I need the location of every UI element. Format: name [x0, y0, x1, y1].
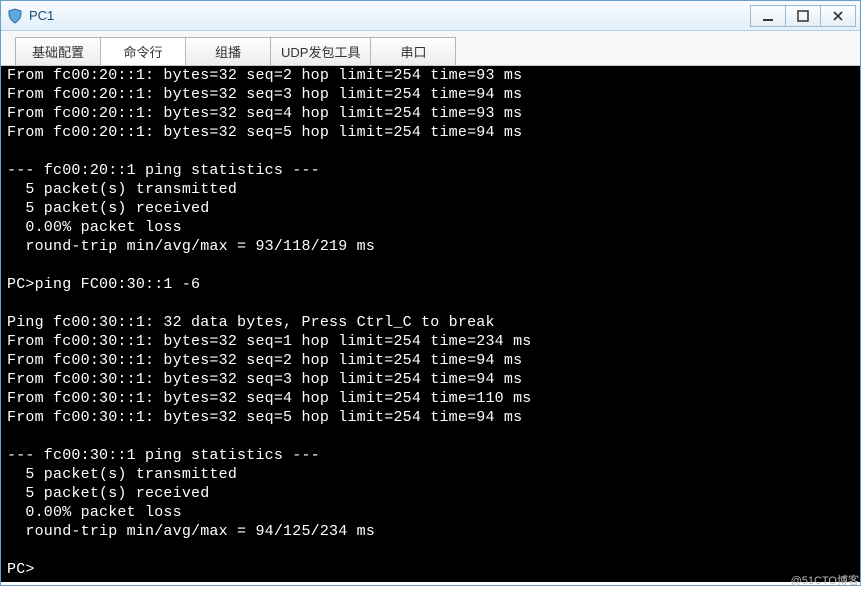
app-window: PC1 基础配置 命令行 组播 UDP发包工具 串口 From fc00:20:…: [0, 0, 861, 586]
minimize-button[interactable]: [750, 5, 786, 27]
watermark: @51CTO博客: [791, 572, 859, 588]
tab-label: UDP发包工具: [281, 42, 360, 61]
terminal-container: From fc00:20::1: bytes=32 seq=2 hop limi…: [1, 66, 860, 582]
window-controls: [751, 5, 856, 27]
tab-label: 组播: [215, 42, 241, 61]
tab-command-line[interactable]: 命令行: [100, 37, 186, 65]
tab-label: 基础配置: [32, 42, 84, 61]
titlebar: PC1: [1, 1, 860, 31]
tab-serial[interactable]: 串口: [370, 37, 456, 65]
maximize-button[interactable]: [785, 5, 821, 27]
tab-multicast[interactable]: 组播: [185, 37, 271, 65]
tab-label: 串口: [400, 42, 426, 61]
window-title: PC1: [29, 8, 745, 23]
tab-bar: 基础配置 命令行 组播 UDP发包工具 串口: [1, 31, 860, 66]
tab-basic-config[interactable]: 基础配置: [15, 37, 101, 65]
tab-udp-tool[interactable]: UDP发包工具: [270, 37, 371, 65]
terminal[interactable]: From fc00:20::1: bytes=32 seq=2 hop limi…: [1, 66, 860, 582]
tab-label: 命令行: [123, 42, 162, 61]
close-button[interactable]: [820, 5, 856, 27]
app-icon: [7, 8, 23, 24]
